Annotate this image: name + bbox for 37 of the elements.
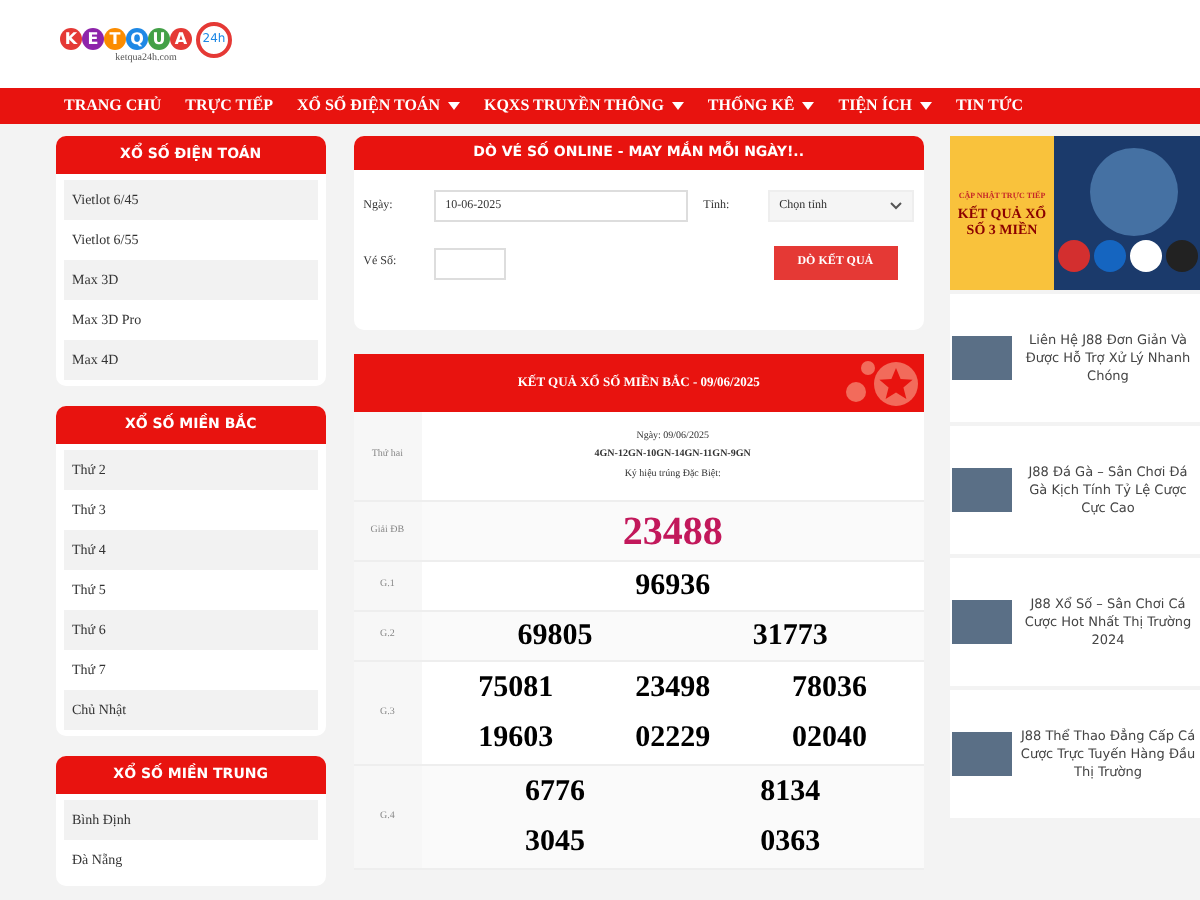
logo-letter: U xyxy=(148,28,170,51)
logo-letter: A xyxy=(170,28,192,51)
logo-letter: Q xyxy=(126,28,148,51)
nav-link[interactable]: KQXS TRUYỀN THÔNG xyxy=(483,94,684,118)
prize-number: 96936 xyxy=(635,567,711,606)
photo-placeholder xyxy=(952,732,1012,776)
prize-number: 78036 xyxy=(792,669,868,707)
prize-number: 75081 xyxy=(478,669,554,707)
logo-letter: E xyxy=(82,28,104,51)
nav-link[interactable]: XỔ SỐ ĐIỆN TOÁN xyxy=(296,94,460,118)
nav-link[interactable]: TIỆN ÍCH xyxy=(838,94,932,118)
caret-icon xyxy=(447,102,460,110)
ticket-number-input[interactable] xyxy=(433,247,506,279)
photo-placeholder xyxy=(952,336,1012,380)
prize-number: 31773 xyxy=(752,617,828,656)
nav-link[interactable]: TRỰC TIẾP xyxy=(185,94,273,118)
caret-icon xyxy=(802,102,815,110)
prize-number: 0363 xyxy=(760,824,821,862)
nav-link[interactable]: THỐNG KÊ xyxy=(707,94,815,118)
chevron-down-icon xyxy=(889,202,902,210)
caret-icon xyxy=(919,102,932,110)
prize-number: 6776 xyxy=(525,773,585,811)
prize-number: 23498 xyxy=(635,669,711,707)
photo-placeholder xyxy=(952,600,1012,644)
prize-number: 19603 xyxy=(478,720,554,758)
nav-link[interactable]: TRANG CHỦ xyxy=(64,94,162,118)
nav-link[interactable]: TIN TỨC xyxy=(955,94,1024,118)
logo-letter: K xyxy=(60,28,82,51)
photo-placeholder xyxy=(952,468,1012,512)
prize-number: 02229 xyxy=(635,720,711,758)
prize-number: 23488 xyxy=(622,508,723,558)
prize-number: 69805 xyxy=(517,617,593,656)
logo-letter: T xyxy=(104,28,126,51)
prize-number: 3045 xyxy=(525,824,585,862)
prize-number: 8134 xyxy=(760,773,821,811)
prize-number: 02040 xyxy=(792,720,868,758)
caret-icon xyxy=(671,102,684,110)
